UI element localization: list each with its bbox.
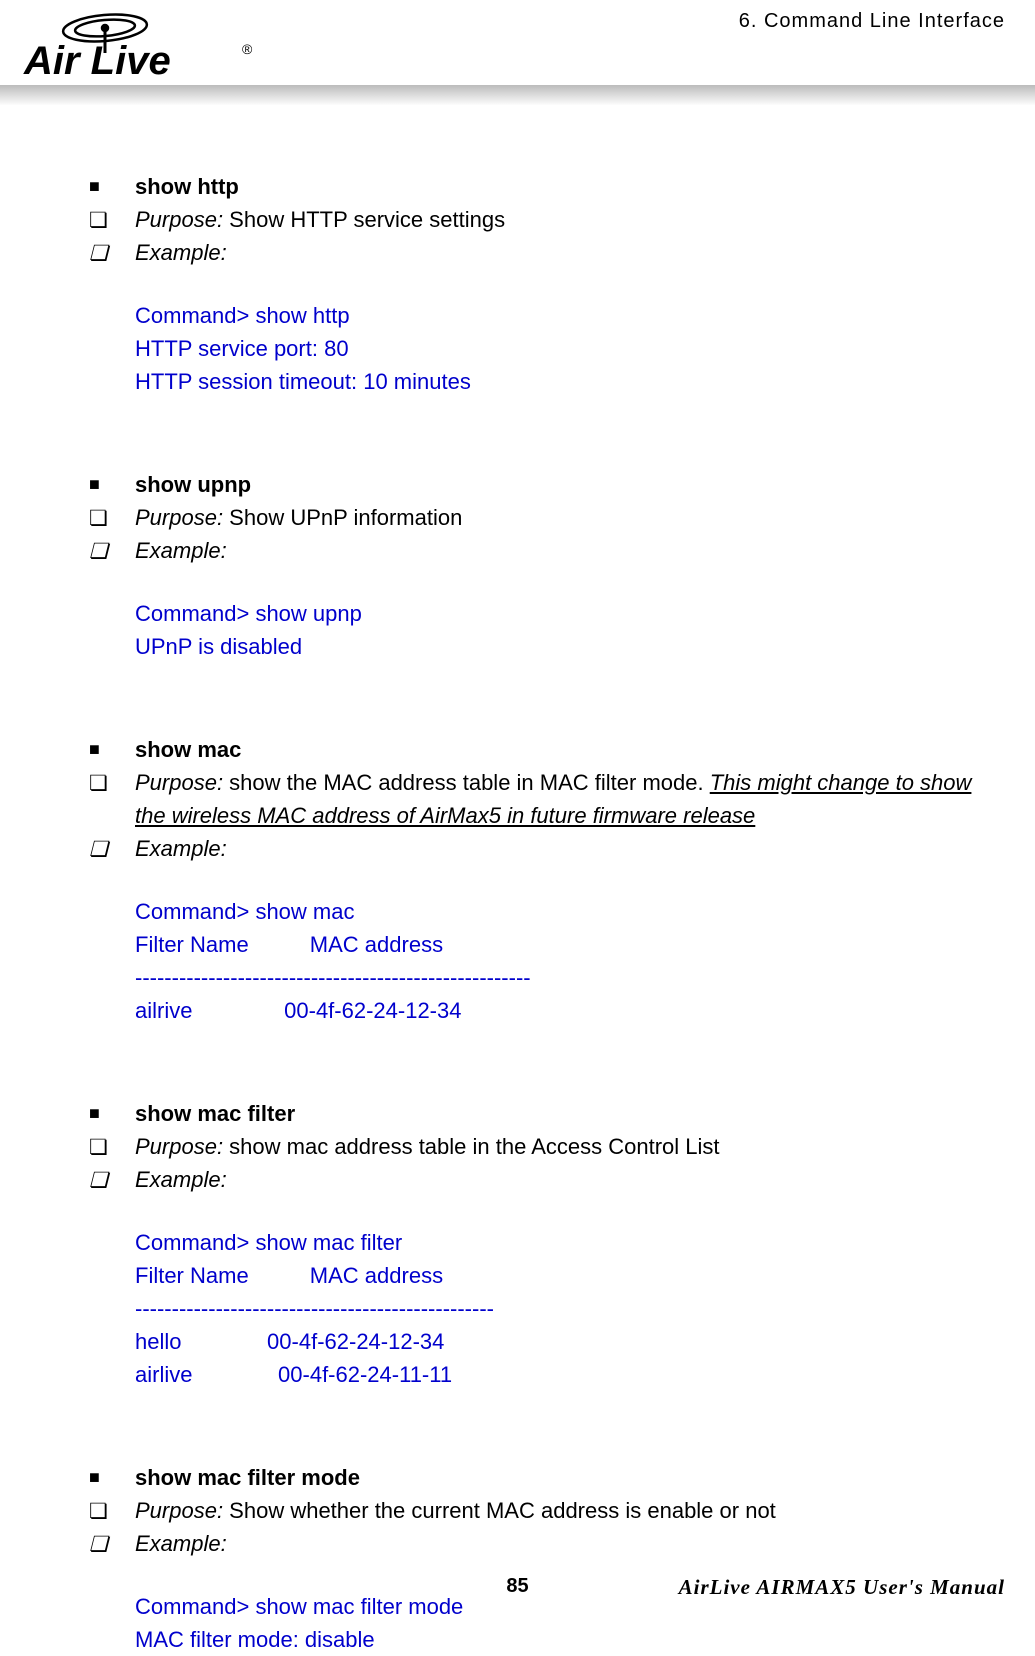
section-show-upnp: show upnp Purpose: Show UPnP information… [135, 468, 1005, 663]
purpose-text: show the MAC address table in MAC filter… [223, 770, 710, 795]
purpose-label: Purpose: [135, 1498, 223, 1523]
purpose-label: Purpose: [135, 505, 223, 530]
page-header: 6. Command Line Interface Air Live ® [0, 0, 1035, 110]
purpose-line: Purpose: Show UPnP information [135, 501, 1005, 534]
purpose-text: Show whether the current MAC address is … [223, 1498, 776, 1523]
page-footer: 85 AirLive AIRMAX5 User's Manual [0, 1575, 1035, 1600]
section-show-http: show http Purpose: Show HTTP service set… [135, 170, 1005, 398]
command-title: show http [135, 170, 1005, 203]
svg-text:®: ® [242, 41, 253, 57]
code-output: Command> show upnp UPnP is disabled [135, 597, 1005, 663]
example-label: Example: [135, 1163, 1005, 1196]
svg-text:Air Live: Air Live [23, 39, 171, 83]
example-label: Example: [135, 1527, 1005, 1560]
section-show-mac-filter-mode: show mac filter mode Purpose: Show wheth… [135, 1461, 1005, 1656]
section-show-mac-filter: show mac filter Purpose: show mac addres… [135, 1097, 1005, 1391]
manual-title: AirLive AIRMAX5 User's Manual [679, 1575, 1005, 1600]
example-label: Example: [135, 832, 1005, 865]
command-title: show upnp [135, 468, 1005, 501]
chapter-title: 6. Command Line Interface [739, 10, 1005, 33]
purpose-text: show mac address table in the Access Con… [229, 1134, 719, 1159]
purpose-text: Show HTTP service settings [223, 207, 505, 232]
purpose-line: Purpose: Show HTTP service settings [135, 203, 1005, 236]
airlive-logo: Air Live ® [20, 8, 265, 91]
purpose-label: Purpose: [135, 207, 223, 232]
code-output: Command> show http HTTP service port: 80… [135, 299, 1005, 398]
section-show-mac: show mac Purpose: show the MAC address t… [135, 733, 1005, 1027]
purpose-label: Purpose: [135, 770, 223, 795]
command-title: show mac [135, 733, 1005, 766]
header-divider [0, 85, 1035, 105]
page-number: 85 [506, 1575, 528, 1598]
command-title: show mac filter mode [135, 1461, 1005, 1494]
example-label: Example: [135, 534, 1005, 567]
purpose-line: Purpose: show the MAC address table in M… [135, 766, 1005, 832]
code-output: Command> show mac Filter Name MAC addres… [135, 895, 1005, 1027]
example-label: Example: [135, 236, 1005, 269]
purpose-text: Show UPnP information [223, 505, 462, 530]
command-title: show mac filter [135, 1097, 1005, 1130]
main-content: show http Purpose: Show HTTP service set… [0, 110, 1035, 1656]
code-output: Command> show mac filter Filter Name MAC… [135, 1226, 1005, 1391]
purpose-line: Purpose: Show whether the current MAC ad… [135, 1494, 1005, 1527]
purpose-line: Purpose: show mac address table in the A… [135, 1130, 1005, 1163]
purpose-label: Purpose: [135, 1134, 229, 1159]
